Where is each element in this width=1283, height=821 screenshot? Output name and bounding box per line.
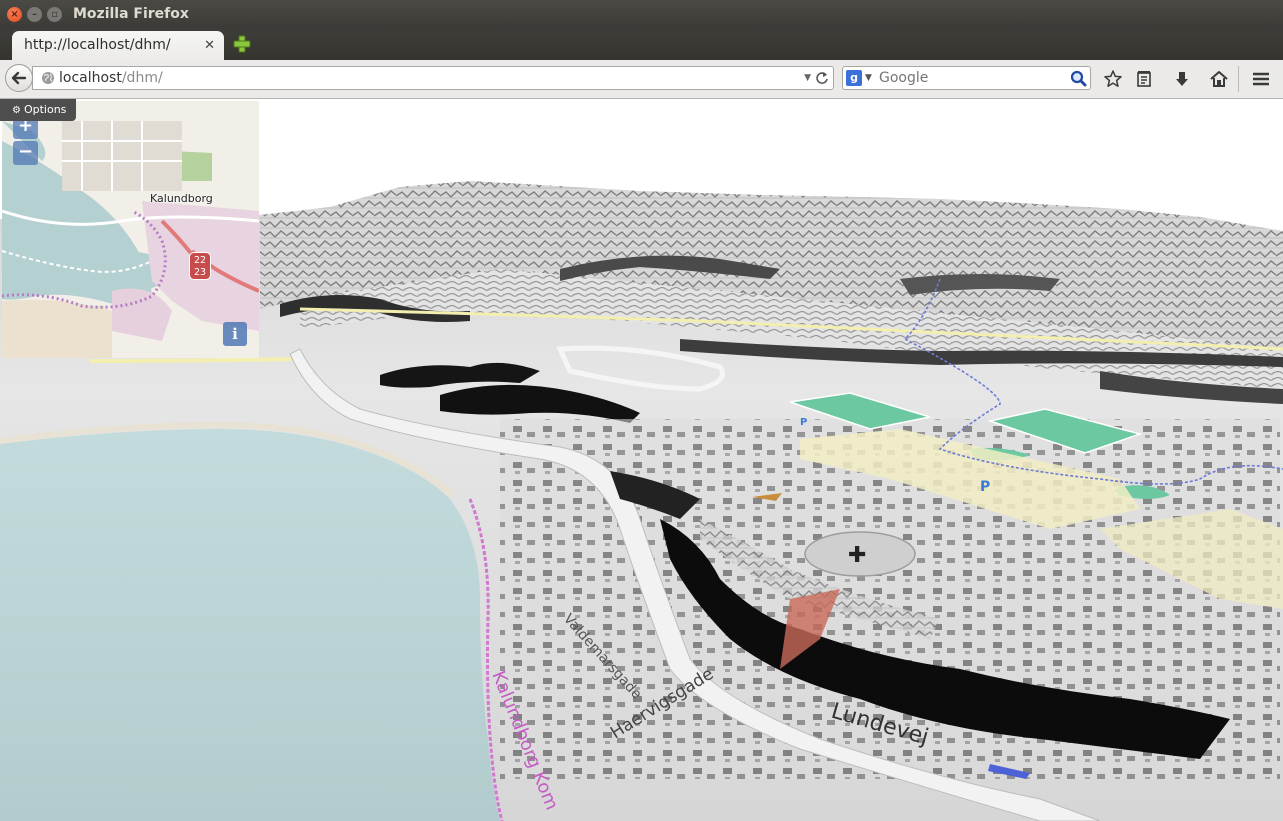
reload-icon[interactable]	[815, 70, 829, 86]
web-content: P P ✚ Lundevej Haervigsgade Valdemarsgad…	[0, 99, 1283, 821]
downloads-icon[interactable]	[1172, 69, 1192, 89]
back-button[interactable]	[5, 64, 33, 92]
toolbar-separator	[1238, 66, 1239, 92]
zoom-out-button[interactable]: −	[13, 141, 38, 165]
bookmark-star-icon[interactable]	[1103, 69, 1123, 89]
road-number-bottom: 23	[193, 267, 207, 278]
tab-localhost-dhm[interactable]: http://localhost/dhm/ ✕	[12, 31, 224, 60]
url-host: localhost	[59, 70, 122, 86]
tab-strip: http://localhost/dhm/ ✕	[0, 29, 1283, 60]
url-text: localhost/dhm/	[59, 67, 163, 89]
options-label: Options	[23, 103, 67, 116]
info-button[interactable]: i	[223, 322, 247, 346]
window-close-button[interactable]: ×	[7, 7, 22, 22]
window-maximize-button[interactable]: ▫	[47, 7, 62, 22]
gear-icon: ⚙	[12, 105, 21, 116]
tab-close-icon[interactable]: ✕	[204, 38, 215, 53]
hamburger-menu-icon[interactable]	[1251, 69, 1271, 89]
navigation-toolbar: localhost/dhm/ ▼ g ▼	[0, 60, 1283, 99]
parking-label: P	[980, 479, 990, 495]
helipad-cross: ✚	[848, 543, 866, 568]
new-tab-plus-icon[interactable]	[232, 34, 252, 54]
window-title: Mozilla Firefox	[73, 6, 189, 22]
url-path: /dhm/	[121, 70, 163, 86]
road-number-badge: 22 23	[189, 252, 211, 280]
google-engine-icon[interactable]: g	[846, 70, 862, 86]
tab-label: http://localhost/dhm/	[24, 37, 171, 53]
parking-label: P	[800, 417, 807, 428]
home-icon[interactable]	[1209, 69, 1229, 89]
road-number-top: 22	[193, 255, 207, 266]
search-bar[interactable]: g ▼	[842, 66, 1091, 90]
back-arrow-icon	[11, 71, 27, 85]
title-bar: × – ▫ Mozilla Firefox	[0, 0, 1283, 29]
url-bar[interactable]: localhost/dhm/ ▼	[32, 66, 834, 90]
search-icon[interactable]	[1070, 70, 1087, 87]
window-minimize-button[interactable]: –	[27, 7, 42, 22]
options-button[interactable]: ⚙ Options	[0, 99, 77, 121]
overview-minimap[interactable]: + − Kalundborg 22 23 i	[2, 101, 259, 358]
engine-dropdown-icon[interactable]: ▼	[865, 67, 872, 89]
minimap-tiles	[2, 101, 259, 358]
bookmarks-menu-icon[interactable]	[1134, 69, 1154, 89]
globe-icon	[42, 72, 54, 84]
url-history-dropdown-icon[interactable]: ▼	[804, 67, 811, 89]
search-input[interactable]	[879, 69, 1065, 87]
town-label: Kalundborg	[150, 192, 213, 205]
